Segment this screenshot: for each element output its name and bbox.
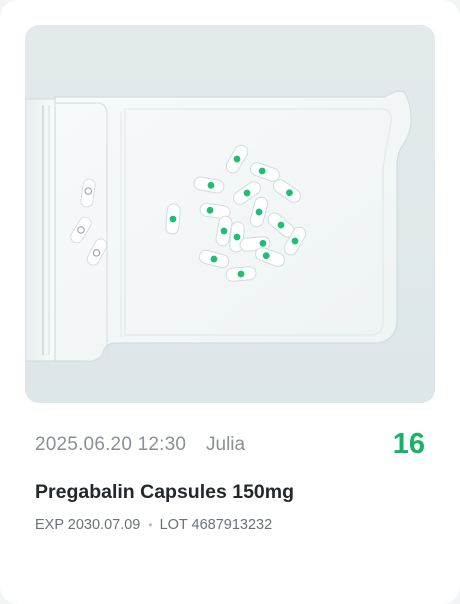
pill-tray-illustration xyxy=(25,90,412,362)
record-datetime: 2025.06.20 12:30 xyxy=(35,434,187,455)
pill-tray-photo xyxy=(25,25,435,403)
record-user: Julia xyxy=(206,434,246,455)
drug-name: Pregabalin Capsules 150mg xyxy=(35,481,295,503)
separator-dot: • xyxy=(148,518,153,533)
capsule xyxy=(225,266,257,282)
drug-details: EXP 2030.07.09 • LOT 4687913232 xyxy=(35,517,272,533)
lot-number: LOT 4687913232 xyxy=(159,517,273,534)
expiry-date: EXP 2030.07.09 xyxy=(35,517,141,534)
medication-record-card[interactable]: 2025.06.20 12:30 Julia 16 Pregabalin Cap… xyxy=(0,0,460,604)
capsule xyxy=(165,203,181,235)
tray-hinge xyxy=(25,98,56,362)
record-meta-row: 2025.06.20 12:30 Julia 16 xyxy=(35,428,425,462)
pill-count: 16 xyxy=(392,428,425,460)
